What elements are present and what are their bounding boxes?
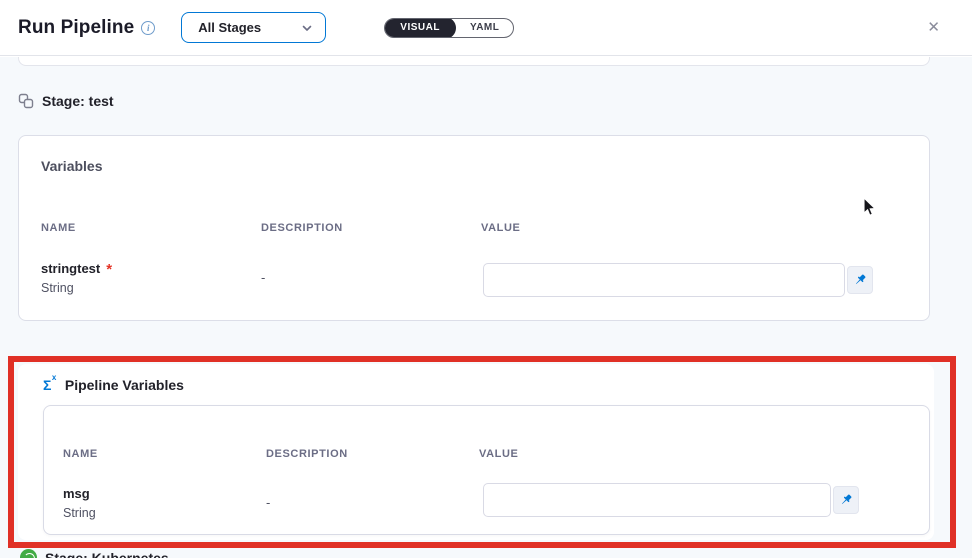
stage-kubernetes-heading: Stage: Kubernetes: [20, 549, 169, 558]
column-header-description: DESCRIPTION: [261, 222, 343, 234]
table-row: stringtest * String: [41, 260, 112, 295]
pin-icon: [853, 273, 867, 287]
previous-card-bottom: [18, 57, 930, 66]
pipeline-variables-title: Pipeline Variables: [65, 377, 184, 393]
stage-selector-value: All Stages: [198, 20, 301, 35]
variable-type: String: [63, 506, 96, 520]
view-toggle: VISUAL YAML: [384, 18, 514, 38]
deploy-stage-icon: [20, 549, 37, 558]
stage-test-heading: Stage: test: [18, 93, 114, 109]
tab-yaml[interactable]: YAML: [456, 18, 513, 38]
variable-type: String: [41, 281, 112, 295]
pipeline-variables-table: NAME DESCRIPTION VALUE msg String -: [43, 405, 930, 535]
close-icon[interactable]: ✕: [921, 16, 946, 39]
stage-icon: [18, 93, 34, 109]
column-header-name: NAME: [41, 222, 76, 234]
variables-card: Variables NAME DESCRIPTION VALUE stringt…: [18, 135, 930, 321]
column-header-value: VALUE: [481, 222, 520, 234]
variable-description: -: [266, 495, 270, 510]
variable-name: stringtest: [41, 261, 100, 276]
variable-description: -: [261, 270, 265, 285]
pipeline-variables-icon: Σx: [43, 378, 56, 392]
dialog-body: Stage: test Variables NAME DESCRIPTION V…: [0, 57, 972, 558]
pipeline-variables-heading: Σx Pipeline Variables: [43, 377, 184, 393]
stage-selector[interactable]: All Stages: [181, 12, 326, 43]
pipeline-variables-section: Σx Pipeline Variables NAME DESCRIPTION V…: [18, 364, 934, 540]
variable-value-input[interactable]: [483, 483, 831, 517]
run-pipeline-dialog: Run Pipeline i All Stages VISUAL YAML ✕ …: [0, 0, 972, 558]
dialog-header: Run Pipeline i All Stages VISUAL YAML ✕: [0, 0, 972, 56]
column-header-description: DESCRIPTION: [266, 448, 348, 460]
table-row: msg String: [63, 485, 96, 520]
chevron-down-icon: [301, 22, 313, 34]
runtime-input-pin-button[interactable]: [833, 486, 859, 514]
required-asterisk: *: [106, 261, 112, 278]
info-icon[interactable]: i: [141, 21, 155, 35]
column-header-name: NAME: [63, 448, 98, 460]
variables-title: Variables: [41, 158, 103, 174]
stage-test-label: Stage: test: [42, 93, 114, 109]
page-title: Run Pipeline: [18, 17, 134, 39]
stage-kubernetes-label: Stage: Kubernetes: [45, 550, 169, 558]
variable-value-input[interactable]: [483, 263, 845, 297]
runtime-input-pin-button[interactable]: [847, 266, 873, 294]
tab-visual[interactable]: VISUAL: [384, 18, 456, 38]
variable-name: msg: [63, 486, 90, 501]
pin-icon: [839, 493, 853, 507]
column-header-value: VALUE: [479, 448, 518, 460]
